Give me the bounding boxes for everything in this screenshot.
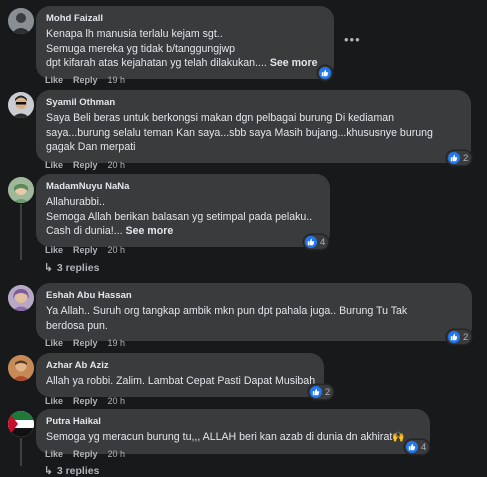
timestamp[interactable]: 19 h	[108, 338, 126, 348]
raising-hands-emoji: 🙌	[392, 432, 405, 443]
reaction-count: 2	[463, 152, 469, 164]
comment-text-line: Cash di dunia!... See more	[46, 224, 319, 239]
see-more-link[interactable]: See more	[126, 225, 174, 237]
like-button[interactable]: Like	[45, 245, 63, 255]
view-replies-link[interactable]: ↳ 3 replies	[44, 465, 99, 477]
avatar[interactable]	[8, 285, 34, 311]
reply-arrow-icon: ↳	[44, 465, 53, 477]
comment-text-line: Semoga Allah berikan balasan yg setimpal…	[46, 210, 313, 223]
like-button[interactable]: Like	[45, 449, 63, 459]
comment-author[interactable]: Mohd Faizall	[46, 13, 323, 25]
comment-text-line: saya...burung selalu teman Kan saya...sb…	[46, 126, 433, 139]
comment-text-line: Allahurabbi..	[46, 196, 105, 208]
reaction-count: 2	[325, 386, 331, 398]
reply-button[interactable]: Reply	[73, 396, 98, 406]
comment-bubble: Putra Haikal Semoga yg meracun burung tu…	[36, 409, 430, 454]
comment-text-line: Saya Beli beras untuk berkongsi makan dg…	[46, 112, 395, 124]
comment-text-line: berdosa pun.	[46, 319, 108, 332]
thread-line	[20, 204, 22, 260]
avatar[interactable]	[8, 8, 34, 34]
like-icon	[448, 331, 460, 343]
comment-actions: Like Reply 20 h	[45, 396, 135, 406]
more-options-icon[interactable]: •••	[344, 32, 361, 47]
comment-author[interactable]: MadamNuyu NaNa	[46, 181, 319, 193]
thread-line	[20, 438, 22, 466]
comment-text-line: dpt kifarah atas kejahatan yg telah dila…	[46, 56, 323, 71]
timestamp[interactable]: 20 h	[108, 245, 126, 255]
comment-bubble: MadamNuyu NaNa Allahurabbi.. Semoga Alla…	[36, 174, 330, 247]
reaction-count: 4	[421, 441, 427, 453]
avatar[interactable]	[8, 92, 34, 118]
comment-author[interactable]: Putra Haikal	[46, 416, 419, 428]
like-icon	[406, 441, 418, 453]
replies-count: 3 replies	[56, 262, 100, 274]
avatar[interactable]	[8, 355, 34, 381]
reaction-badge[interactable]	[318, 66, 332, 80]
comment-text-line: Ya Allah.. Suruh org tangkap ambik mkn p…	[46, 305, 408, 317]
comment-text-line: Kenapa lh manusia terlalu kejam sgt..	[46, 28, 223, 40]
comment-author[interactable]: Eshah Abu Hassan	[46, 290, 461, 302]
comment-actions: Like Reply 20 h	[45, 160, 135, 170]
reaction-count: 4	[320, 236, 326, 248]
like-icon	[319, 67, 331, 79]
comment-bubble: Azhar Ab Aziz Allah ya robbi. Zalim. Lam…	[36, 353, 324, 397]
comment-text-line: Semoga yg meracun burung tu,,, ALLAH ber…	[46, 430, 419, 446]
reaction-count: 2	[463, 331, 469, 343]
comment-text-line: gagak Dan merpati	[46, 141, 136, 153]
reaction-badge[interactable]: 2	[447, 330, 472, 344]
comment-bubble: Eshah Abu Hassan Ya Allah.. Suruh org ta…	[36, 283, 472, 341]
timestamp[interactable]: 19 h	[108, 75, 126, 85]
comment-text: dpt kifarah atas kejahatan yg telah dila…	[46, 57, 267, 69]
comment-text-line: Semuga mereka yg tidak b/tanggungjwp	[46, 42, 236, 55]
like-button[interactable]: Like	[45, 396, 63, 406]
comment-actions: Like Reply 19 h	[45, 75, 135, 85]
like-button[interactable]: Like	[45, 160, 63, 170]
timestamp[interactable]: 20 h	[108, 449, 126, 459]
comment-actions: Like Reply 20 h	[45, 449, 135, 459]
comment-bubble: Syamil Othman Saya Beli beras untuk berk…	[36, 90, 471, 163]
comment-text-line: Allah ya robbi. Zalim. Lambat Cepat Past…	[46, 375, 316, 387]
timestamp[interactable]: 20 h	[108, 160, 126, 170]
like-icon	[310, 386, 322, 398]
avatar[interactable]	[8, 411, 34, 437]
reply-button[interactable]: Reply	[73, 449, 98, 459]
reply-button[interactable]: Reply	[73, 338, 98, 348]
reaction-badge[interactable]: 2	[447, 151, 472, 165]
comment-bubble: Mohd Faizall Kenapa lh manusia terlalu k…	[36, 6, 334, 79]
like-button[interactable]: Like	[45, 338, 63, 348]
comment-text: Semoga yg meracun burung tu,,, ALLAH ber…	[46, 431, 393, 443]
timestamp[interactable]: 20 h	[108, 396, 126, 406]
comment-actions: Like Reply 19 h	[45, 338, 135, 348]
comment-actions: Like Reply 20 h	[45, 245, 135, 255]
reply-button[interactable]: Reply	[73, 160, 98, 170]
like-icon	[448, 152, 460, 164]
see-more-link[interactable]: See more	[270, 57, 318, 69]
reaction-badge[interactable]: 4	[304, 235, 329, 249]
replies-count: 3 replies	[56, 465, 100, 477]
view-replies-link[interactable]: ↳ 3 replies	[44, 262, 99, 274]
reply-button[interactable]: Reply	[73, 245, 98, 255]
reaction-badge[interactable]: 2	[309, 385, 334, 399]
reaction-badge[interactable]: 4	[405, 440, 430, 454]
like-button[interactable]: Like	[45, 75, 63, 85]
comment-text: Cash di dunia!...	[46, 225, 123, 237]
comment-author[interactable]: Azhar Ab Aziz	[46, 360, 313, 372]
reply-arrow-icon: ↳	[44, 262, 53, 274]
reply-button[interactable]: Reply	[73, 75, 98, 85]
avatar[interactable]	[8, 177, 34, 203]
comment-author[interactable]: Syamil Othman	[46, 97, 460, 109]
like-icon	[305, 236, 317, 248]
